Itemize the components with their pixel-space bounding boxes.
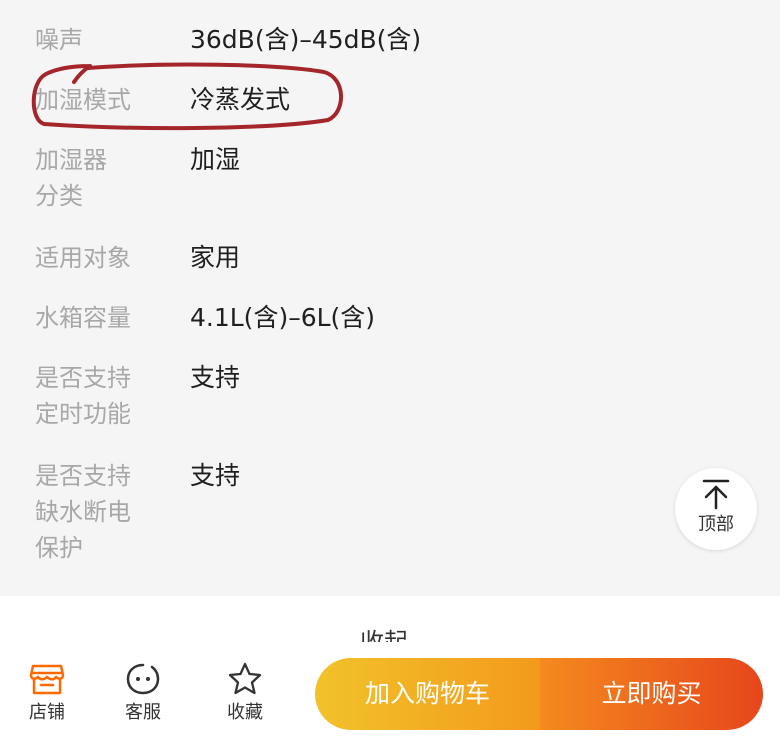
spec-label: 是否支持 定时功能 bbox=[35, 360, 155, 432]
spec-value: 冷蒸发式 bbox=[190, 85, 291, 114]
spec-value: 4.1L(含)–6L(含) bbox=[190, 303, 376, 332]
back-to-top-button[interactable]: 顶部 bbox=[675, 468, 757, 550]
spec-label-line: 缺水断电 bbox=[35, 498, 131, 526]
spec-label: 加湿模式 bbox=[35, 82, 155, 118]
spec-label: 加湿器 分类 bbox=[35, 142, 155, 214]
buy-now-button[interactable]: 立即购买 bbox=[540, 658, 763, 730]
spec-label: 是否支持 缺水断电 保护 bbox=[35, 458, 155, 566]
back-to-top-label: 顶部 bbox=[698, 514, 734, 535]
spec-label-line: 分类 bbox=[35, 182, 83, 210]
customer-service-face-icon bbox=[126, 663, 160, 695]
spec-label-line: 水箱容量 bbox=[35, 304, 131, 332]
spec-list: 噪声 36dB(含)–45dB(含) 加湿模式 冷蒸发式 加湿器 分类 加湿 适… bbox=[0, 0, 780, 596]
spec-label-line: 加湿器 bbox=[35, 146, 107, 174]
spec-value: 36dB(含)–45dB(含) bbox=[190, 25, 422, 54]
spec-label-line: 保护 bbox=[35, 534, 83, 562]
spec-label-line: 是否支持 bbox=[35, 364, 131, 392]
spec-value: 支持 bbox=[190, 461, 241, 490]
nav-favorite-button[interactable]: 收藏 bbox=[200, 662, 290, 724]
nav-favorite-label: 收藏 bbox=[227, 702, 263, 723]
add-to-cart-button[interactable]: 加入购物车 bbox=[315, 658, 540, 730]
spec-label: 噪声 bbox=[35, 22, 155, 58]
spec-value: 加湿 bbox=[190, 145, 241, 174]
spec-label: 水箱容量 bbox=[35, 300, 155, 336]
spec-label: 适用对象 bbox=[35, 240, 155, 276]
store-icon bbox=[29, 664, 65, 695]
spec-label-line: 是否支持 bbox=[35, 462, 131, 490]
spec-label-line: 加湿模式 bbox=[35, 86, 131, 114]
bottom-action-bar: 收起 店铺 客服 收藏 加入购物车 立即购买 bbox=[0, 596, 780, 746]
star-icon bbox=[228, 662, 262, 695]
spec-label-line: 噪声 bbox=[35, 26, 83, 54]
spec-label-line: 适用对象 bbox=[35, 244, 131, 272]
spec-value: 支持 bbox=[190, 363, 241, 392]
nav-customer-service-button[interactable]: 客服 bbox=[98, 662, 188, 724]
collapse-link[interactable]: 收起 bbox=[360, 620, 408, 642]
nav-customer-service-label: 客服 bbox=[125, 702, 161, 723]
spec-value: 家用 bbox=[190, 243, 241, 272]
spec-label-line: 定时功能 bbox=[35, 400, 131, 428]
arrow-up-to-top-icon bbox=[702, 479, 730, 510]
nav-store-button[interactable]: 店铺 bbox=[2, 662, 92, 724]
nav-store-label: 店铺 bbox=[29, 702, 65, 723]
